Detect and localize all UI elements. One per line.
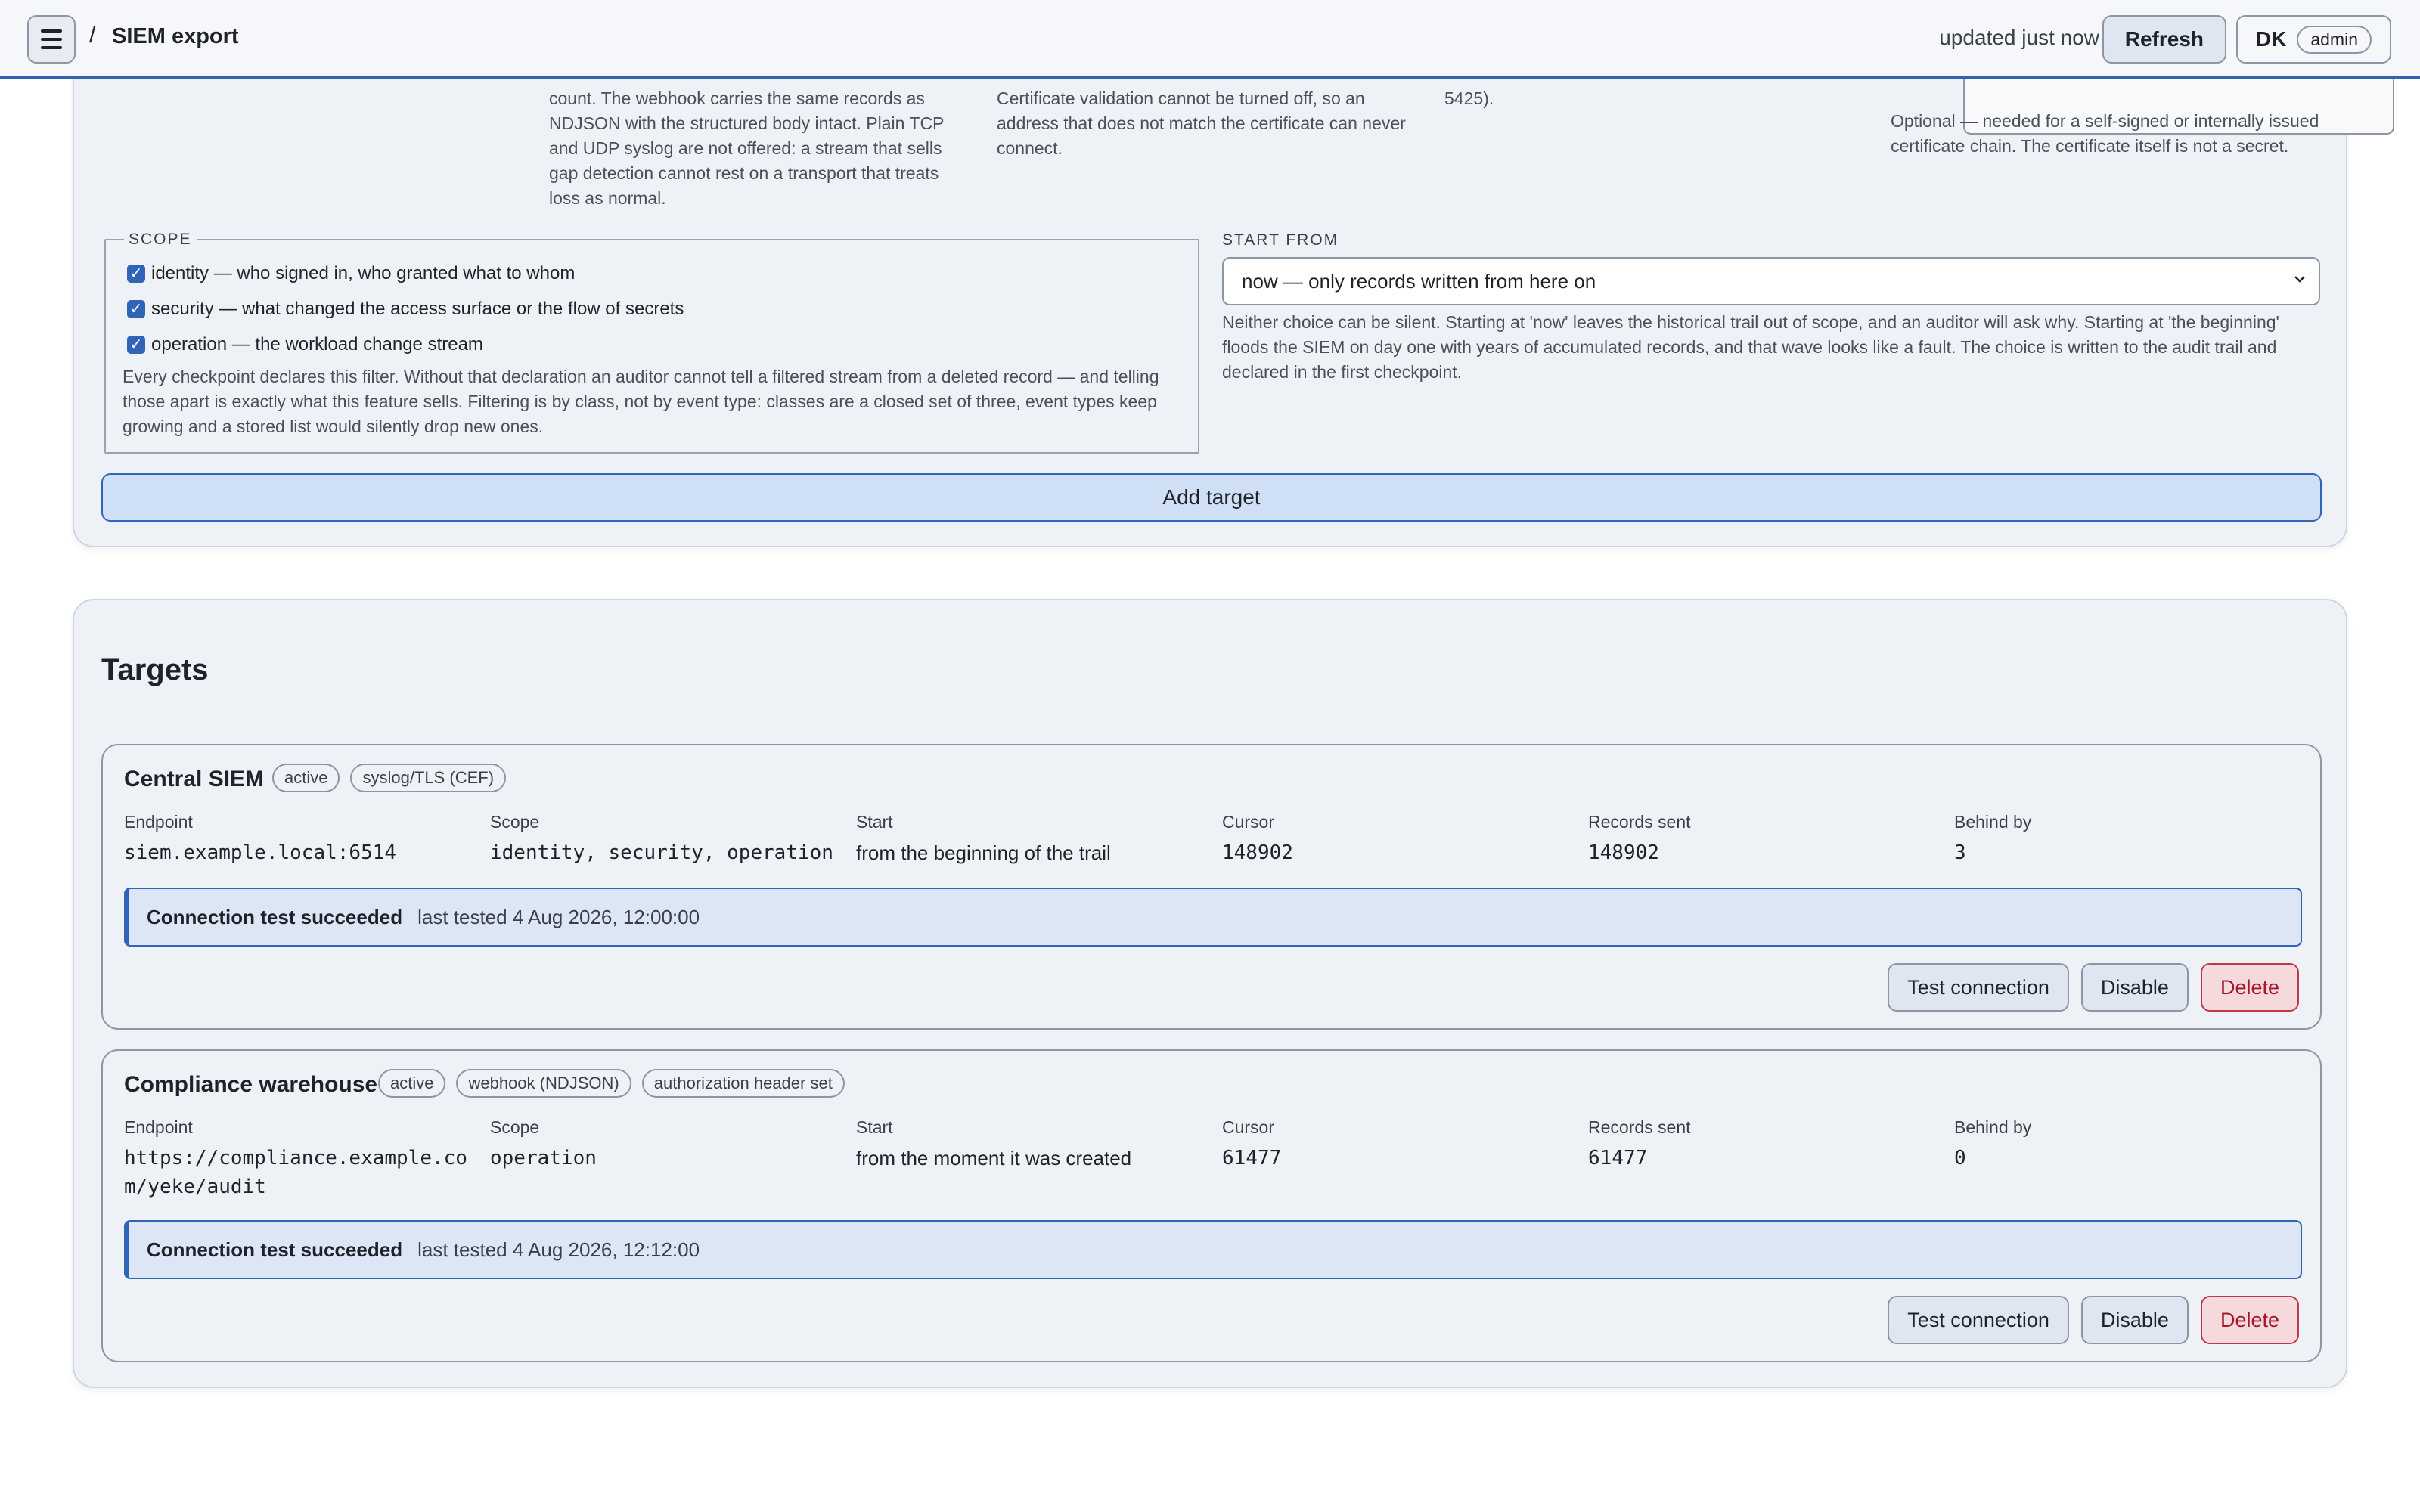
target-actions: Test connection Disable Delete — [1888, 963, 2299, 1012]
checkbox-checked-icon[interactable]: ✓ — [127, 336, 145, 354]
target-name: Compliance warehouse — [124, 1072, 378, 1097]
field-records-sent: Records sent 61477 — [1588, 1117, 1944, 1173]
field-label: Endpoint — [124, 1117, 193, 1137]
status-badge: active — [272, 764, 340, 792]
transport-badge: syslog/TLS (CEF) — [350, 764, 507, 792]
cursor-value: 148902 — [1222, 841, 1293, 864]
delete-button[interactable]: Delete — [2200, 963, 2299, 1012]
ca-help: Optional — needed for a self-signed or i… — [1891, 111, 2319, 156]
connection-status-time: last tested 4 Aug 2026, 12:12:00 — [417, 1238, 700, 1261]
menu-icon[interactable] — [27, 15, 76, 64]
start-from-value: now — only records written from here on — [1242, 269, 1596, 293]
records-sent-value: 148902 — [1588, 841, 1659, 864]
target-badges: active webhook (NDJSON) authorization he… — [378, 1069, 845, 1098]
endpoint-help: Certificate validation cannot be turned … — [997, 88, 1406, 158]
scope-option-security[interactable]: ✓ security — what changed the access sur… — [127, 299, 684, 320]
field-cursor: Cursor 148902 — [1222, 812, 1578, 867]
scope-fieldset: SCOPE ✓ identity — who signed in, who gr… — [104, 231, 1199, 454]
top-bar: / SIEM export updated just now Refresh D… — [0, 0, 2420, 79]
target-actions: Test connection Disable Delete — [1888, 1296, 2299, 1344]
checkbox-checked-icon[interactable]: ✓ — [127, 265, 145, 283]
behind-by-value: 0 — [1954, 1147, 1966, 1170]
connection-status: Connection test succeeded last tested 4 … — [124, 1220, 2302, 1279]
refresh-button[interactable]: Refresh — [2102, 15, 2226, 64]
format-help: 5425). — [1444, 88, 1494, 108]
transport-help: count. The webhook carries the same reco… — [549, 88, 944, 208]
field-label: Records sent — [1588, 1117, 1691, 1137]
disable-button[interactable]: Disable — [2080, 1296, 2189, 1344]
field-behind-by: Behind by 0 — [1954, 1117, 2310, 1173]
page-title: SIEM export — [112, 24, 239, 48]
checkbox-checked-icon[interactable]: ✓ — [127, 300, 145, 318]
endpoint-value-line2: m/yeke/audit — [124, 1176, 266, 1198]
field-start: Start from the beginning of the trail — [856, 812, 1212, 867]
field-label: Behind by — [1954, 1117, 2032, 1137]
add-target-button[interactable]: Add target — [101, 473, 2322, 522]
scope-option-operation[interactable]: ✓ operation — the workload change stream — [127, 334, 483, 355]
scope-value: identity, security, operation — [490, 841, 833, 864]
start-value: from the beginning of the trail — [856, 841, 1111, 864]
field-label: Cursor — [1222, 812, 1275, 832]
field-cursor: Cursor 61477 — [1222, 1117, 1578, 1173]
role-badge: admin — [2297, 25, 2372, 54]
start-from-select[interactable]: now — only records written from here on — [1222, 257, 2320, 305]
field-label: Scope — [490, 1117, 540, 1137]
start-from-label: START FROM — [1222, 231, 1339, 249]
scope-option-identity[interactable]: ✓ identity — who signed in, who granted … — [127, 263, 575, 284]
field-endpoint: Endpoint siem.example.local:6514 — [124, 812, 479, 867]
field-scope: Scope operation — [490, 1117, 845, 1173]
chevron-down-icon — [2294, 276, 2305, 283]
endpoint-value-line1: https://compliance.example.co — [124, 1147, 467, 1170]
transport-badge: webhook (NDJSON) — [456, 1069, 631, 1098]
avatar: DK — [2255, 27, 2287, 51]
scope-option-label: operation — the workload change stream — [151, 334, 483, 355]
target-card: Central SIEM active syslog/TLS (CEF) End… — [101, 744, 2322, 1030]
endpoint-value: siem.example.local:6514 — [124, 841, 397, 864]
scope-help: Every checkpoint declares this filter. W… — [123, 367, 1159, 436]
field-label: Start — [856, 812, 893, 832]
field-behind-by: Behind by 3 — [1954, 812, 2310, 867]
target-badges: active syslog/TLS (CEF) — [272, 764, 507, 792]
field-label: Endpoint — [124, 812, 193, 832]
target-name: Central SIEM — [124, 767, 265, 792]
field-label: Cursor — [1222, 1117, 1275, 1137]
field-endpoint: Endpoint https://compliance.example.co m… — [124, 1117, 479, 1201]
breadcrumb-separator: / — [89, 23, 96, 48]
auth-badge: authorization header set — [641, 1069, 845, 1098]
start-value: from the moment it was created — [856, 1147, 1132, 1170]
scope-option-label: identity — who signed in, who granted wh… — [151, 263, 576, 284]
connection-status-title: Connection test succeeded — [147, 1238, 403, 1261]
records-sent-value: 61477 — [1588, 1147, 1648, 1170]
field-records-sent: Records sent 148902 — [1588, 812, 1944, 867]
field-label: Behind by — [1954, 812, 2032, 832]
field-scope: Scope identity, security, operation — [490, 812, 845, 867]
start-from-help: Neither choice can be silent. Starting a… — [1222, 312, 2279, 382]
delete-button[interactable]: Delete — [2200, 1296, 2299, 1344]
connection-status: Connection test succeeded last tested 4 … — [124, 888, 2302, 947]
status-badge: active — [378, 1069, 446, 1098]
scope-legend: SCOPE — [124, 231, 197, 249]
cursor-value: 61477 — [1222, 1147, 1282, 1170]
field-label: Scope — [490, 812, 540, 832]
user-menu[interactable]: DK admin — [2235, 15, 2391, 64]
disable-button[interactable]: Disable — [2080, 963, 2189, 1012]
targets-heading: Targets — [101, 653, 209, 686]
field-label: Start — [856, 1117, 893, 1137]
connection-status-time: last tested 4 Aug 2026, 12:00:00 — [417, 905, 700, 928]
target-card: Compliance warehouse active webhook (NDJ… — [101, 1049, 2322, 1362]
updated-status: updated just now — [1939, 26, 2099, 49]
scope-option-label: security — what changed the access surfa… — [151, 299, 684, 319]
scope-value: operation — [490, 1147, 597, 1170]
test-connection-button[interactable]: Test connection — [1888, 1296, 2069, 1344]
behind-by-value: 3 — [1954, 841, 1966, 864]
field-label: Records sent — [1588, 812, 1691, 832]
connection-status-title: Connection test succeeded — [147, 905, 403, 928]
field-start: Start from the moment it was created — [856, 1117, 1212, 1173]
test-connection-button[interactable]: Test connection — [1888, 963, 2069, 1012]
